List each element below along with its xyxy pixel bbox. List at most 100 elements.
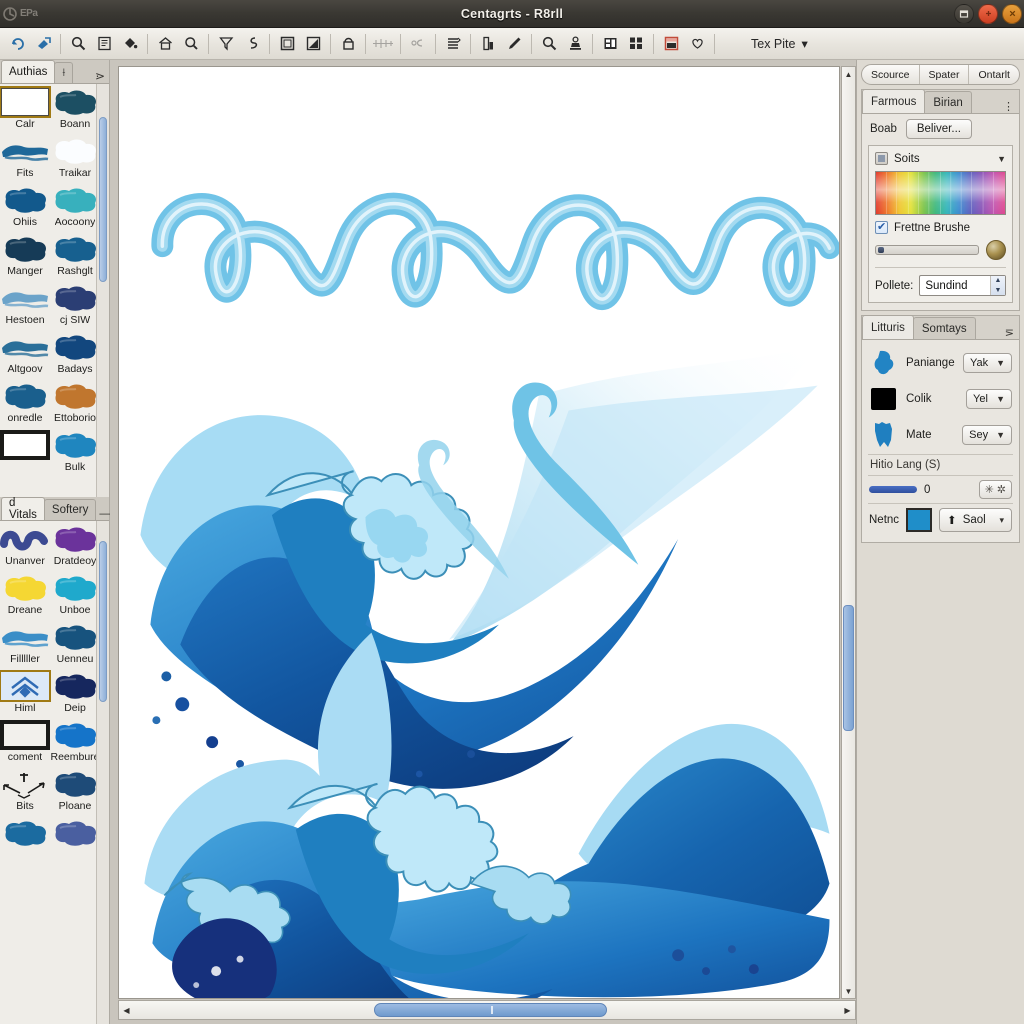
- swatch-cell[interactable]: Hestoen: [0, 283, 50, 332]
- lock-icon[interactable]: [335, 31, 361, 57]
- swatch-cell[interactable]: Deip: [50, 671, 96, 720]
- chevron-down-icon[interactable]: ▼: [997, 154, 1006, 164]
- opacity-bar-icon[interactable]: [869, 486, 917, 493]
- polygon-select-icon[interactable]: [213, 31, 239, 57]
- swatch-cell[interactable]: Manger: [0, 234, 50, 283]
- palette-value[interactable]: Sundind: [920, 276, 990, 295]
- layer-thumbnail[interactable]: [869, 420, 899, 450]
- brush-preview-orb-icon[interactable]: [986, 240, 1006, 260]
- brush-mode-boab[interactable]: Boab: [868, 121, 899, 137]
- layer-mode-select[interactable]: Yak ▼: [962, 353, 1012, 373]
- soits-checkbox-row[interactable]: Soits ▼: [875, 152, 1006, 165]
- panel-menu-icon[interactable]: ⋗: [91, 69, 109, 83]
- search-icon[interactable]: [65, 31, 91, 57]
- brush-size-slider[interactable]: [875, 245, 979, 255]
- layer-thumbnail[interactable]: [869, 384, 899, 414]
- swatch-cell[interactable]: Aocoony: [50, 185, 96, 234]
- horizontal-scroll-track[interactable]: [134, 1001, 840, 1019]
- maximize-button-icon[interactable]: [978, 3, 998, 24]
- swatch-cell[interactable]: Himl: [0, 670, 51, 720]
- ruler-icon[interactable]: [475, 31, 501, 57]
- tab-vitals[interactable]: d Vitals: [1, 497, 45, 521]
- layer-thumbnail[interactable]: [869, 348, 899, 378]
- tab-somtays[interactable]: Somtays: [912, 317, 976, 339]
- layer-row[interactable]: Colik Yel ▼: [868, 381, 1013, 417]
- scrollbar-thumb[interactable]: [99, 541, 107, 703]
- swatch-cell[interactable]: Unanver: [0, 524, 50, 573]
- frame-icon[interactable]: [274, 31, 300, 57]
- table-icon[interactable]: [597, 31, 623, 57]
- layer-row[interactable]: Mate Sey ▼: [868, 417, 1013, 453]
- star-a-icon[interactable]: ✳: [985, 483, 994, 496]
- swatch-cell[interactable]: Ettoborio: [50, 381, 96, 430]
- tab-litturis[interactable]: Litturis: [862, 315, 914, 339]
- gradient-icon[interactable]: [300, 31, 326, 57]
- text-filter-dropdown[interactable]: Tex Pite ▾: [743, 33, 816, 54]
- swatch-cell[interactable]: onredle: [0, 381, 50, 430]
- layer-mode-select[interactable]: Yel ▼: [966, 389, 1012, 409]
- swatch-cell[interactable]: Filllller: [0, 622, 50, 671]
- tab-secondary[interactable]: ⟊: [54, 62, 74, 83]
- layer-mode-select[interactable]: Sey ▼: [962, 425, 1012, 445]
- scroll-down-arrow-icon[interactable]: ▼: [842, 984, 855, 998]
- grid-icon[interactable]: [623, 31, 649, 57]
- stamp-icon[interactable]: [562, 31, 588, 57]
- current-color-chip[interactable]: [906, 508, 933, 532]
- swatch-cell[interactable]: Reembure: [50, 720, 96, 769]
- effect-buttons[interactable]: ✳ ✲: [978, 480, 1012, 499]
- swatch-cell[interactable]: Ploane: [50, 769, 96, 818]
- vertical-scroll-track[interactable]: [842, 81, 855, 984]
- tab-softery[interactable]: Softery: [43, 499, 97, 520]
- swatch-cell[interactable]: Rashglt: [50, 234, 96, 283]
- deliver-button[interactable]: Beliver...: [905, 119, 972, 139]
- star-b-icon[interactable]: ✲: [997, 483, 1006, 496]
- swatch-cell[interactable]: Dreane: [0, 573, 50, 622]
- tab-birian[interactable]: Birian: [924, 91, 972, 113]
- spin-down-icon[interactable]: ▼: [991, 286, 1005, 296]
- calendar-icon[interactable]: [658, 31, 684, 57]
- swatch-cell[interactable]: Unboe: [50, 573, 96, 622]
- swatch-cell[interactable]: Boann: [50, 87, 96, 136]
- swatch-cell[interactable]: Calr: [0, 86, 51, 136]
- fill-bucket-icon[interactable]: [117, 31, 143, 57]
- segment-scource[interactable]: Scource: [862, 65, 920, 84]
- brush-library-scrollbar[interactable]: [96, 84, 109, 497]
- color-spectrum-strip[interactable]: [875, 171, 1006, 215]
- opacity-row[interactable]: 0 ✳ ✲: [868, 477, 1013, 502]
- document-icon[interactable]: [91, 31, 117, 57]
- horizontal-scroll-thumb[interactable]: [374, 1003, 607, 1017]
- swatch-cell[interactable]: coment: [0, 720, 50, 769]
- swatch-cell[interactable]: Traikar: [50, 136, 96, 185]
- panel-menu-icon[interactable]: ⋝: [1000, 326, 1019, 339]
- lasso-icon[interactable]: [239, 31, 265, 57]
- vertical-scroll-thumb[interactable]: [843, 604, 854, 732]
- zoom-icon[interactable]: [178, 31, 204, 57]
- measure-icon[interactable]: [370, 31, 396, 57]
- home-icon[interactable]: [152, 31, 178, 57]
- fretne-brushe-row[interactable]: Frettne Brushe: [875, 220, 1006, 234]
- redo-icon[interactable]: [30, 31, 56, 57]
- layer-row[interactable]: Paniange Yak ▼: [868, 345, 1013, 381]
- tab-authias[interactable]: Authias: [1, 60, 56, 83]
- swatch-cell[interactable]: Ohiis: [0, 185, 50, 234]
- spin-up-icon[interactable]: ▲: [991, 276, 1005, 286]
- undo-icon[interactable]: [4, 31, 30, 57]
- pen-icon[interactable]: [501, 31, 527, 57]
- brush-size-slider-row[interactable]: [875, 240, 1006, 260]
- panel-menu-icon[interactable]: ⋮: [998, 100, 1019, 113]
- tool-select[interactable]: ⬆ Saol ▾: [939, 508, 1012, 532]
- scroll-up-arrow-icon[interactable]: ▲: [842, 67, 855, 81]
- soits-checkbox[interactable]: [875, 152, 888, 165]
- canvas-horizontal-scrollbar[interactable]: ◀ ▶: [118, 1000, 856, 1020]
- slider-knob[interactable]: [878, 247, 884, 253]
- fretne-brushe-checkbox[interactable]: [875, 220, 888, 234]
- heart-icon[interactable]: [684, 31, 710, 57]
- swatch-cell[interactable]: Badays: [50, 332, 96, 381]
- swatch-cell[interactable]: cj SIW: [50, 283, 96, 332]
- close-button-icon[interactable]: [1002, 3, 1022, 24]
- minimize-button-icon[interactable]: [954, 3, 974, 24]
- palette-spin-buttons[interactable]: ▲ ▼: [990, 276, 1005, 295]
- canvas-viewport[interactable]: [118, 66, 840, 999]
- node-icon[interactable]: [405, 31, 431, 57]
- layers-icon[interactable]: [440, 31, 466, 57]
